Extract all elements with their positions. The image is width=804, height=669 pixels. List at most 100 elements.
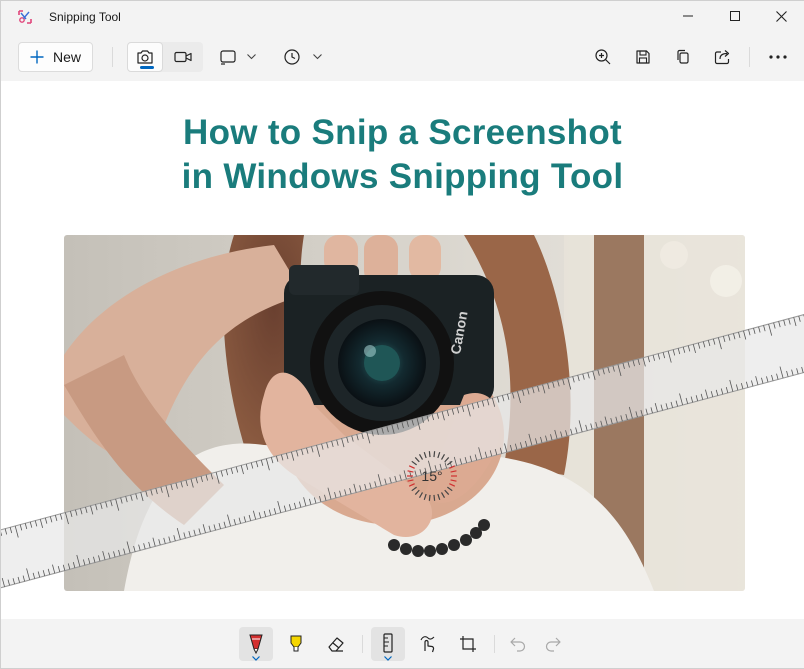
toolbar-divider (112, 47, 113, 67)
ruler-tick (794, 317, 796, 326)
ruler-tick (52, 565, 54, 574)
close-icon (776, 11, 787, 22)
highlighter-icon (286, 633, 306, 655)
toolbar-divider (362, 635, 363, 653)
ruler-tick (764, 325, 766, 331)
snip-mode-button[interactable] (127, 42, 163, 72)
headline-line-1: How to Snip a Screenshot (1, 111, 804, 155)
ruler-tick (746, 382, 748, 388)
ruler-tick (30, 522, 32, 528)
ruler-icon (380, 633, 396, 655)
plus-icon (30, 50, 44, 64)
toolbar: New (1, 33, 804, 81)
ruler-tick (2, 578, 4, 587)
ruler-tick (797, 368, 799, 374)
ruler-tick (13, 578, 15, 584)
camera-icon (136, 49, 154, 65)
ruler-tick (799, 316, 801, 322)
ruler-tick (60, 514, 62, 520)
annotation-toolbar (1, 619, 804, 668)
chevron-down-icon (384, 656, 392, 661)
record-mode-button[interactable] (165, 42, 201, 72)
minimize-button[interactable] (665, 1, 711, 31)
ruler-tick (10, 527, 12, 533)
ruler-tick (50, 517, 52, 523)
snip-shape-dropdown[interactable] (218, 45, 264, 69)
undo-button[interactable] (501, 627, 535, 661)
ruler-tick (749, 329, 751, 335)
snipping-tool-app-icon (17, 9, 33, 25)
ruler-tick (48, 569, 50, 575)
maximize-icon (730, 11, 740, 21)
ruler-tick (25, 523, 27, 529)
ruler-tick (774, 323, 776, 329)
more-options-button[interactable] (766, 45, 790, 69)
touch-writing-icon (418, 634, 438, 654)
zoom-in-button[interactable] (591, 45, 615, 69)
ruler-tick (40, 519, 42, 528)
chevron-down-icon (247, 54, 256, 60)
crop-icon (459, 635, 477, 653)
redo-button[interactable] (536, 627, 570, 661)
undo-icon (509, 636, 527, 652)
ballpoint-pen-button[interactable] (239, 627, 273, 661)
save-icon (635, 49, 651, 65)
active-mode-indicator (140, 66, 154, 69)
ruler-tick (769, 324, 772, 336)
ruler-tick (780, 367, 783, 379)
ruler-tick (771, 375, 773, 381)
ruler-tick (779, 321, 781, 327)
ruler-tick (35, 521, 37, 527)
title-bar: Snipping Tool (1, 1, 804, 33)
maximize-button[interactable] (712, 1, 758, 31)
ruler-tick (38, 572, 40, 578)
ruler-tick (27, 568, 30, 580)
video-camera-icon (174, 50, 192, 64)
ruler-tick (18, 577, 20, 583)
rectangle-snip-icon (218, 48, 238, 66)
crop-button[interactable] (451, 627, 485, 661)
touch-writing-button[interactable] (411, 627, 445, 661)
close-button[interactable] (758, 1, 804, 31)
ruler-tick (777, 374, 779, 380)
eraser-button[interactable] (319, 627, 353, 661)
ruler-tick (787, 371, 789, 377)
zoom-in-icon (594, 48, 612, 66)
ruler-tick (20, 525, 22, 531)
ruler-tick (792, 370, 794, 376)
ruler-tick (761, 378, 763, 384)
more-icon (769, 55, 787, 59)
eraser-icon (326, 634, 346, 654)
ruler-tick (784, 320, 786, 326)
ruler-tick (33, 573, 35, 579)
highlighter-button[interactable] (279, 627, 313, 661)
redo-icon (544, 636, 562, 652)
ruler-tick (751, 380, 753, 386)
headline-line-2: in Windows Snipping Tool (1, 155, 804, 199)
chevron-down-icon (313, 54, 322, 60)
ruler-tick (58, 566, 60, 572)
ruler-tick (15, 526, 18, 538)
toolbar-divider (494, 635, 495, 653)
ruler-tick (45, 518, 47, 524)
screenshot-headline: How to Snip a Screenshot in Windows Snip… (1, 111, 804, 199)
ruler-button[interactable] (371, 627, 405, 661)
ruler-tick (756, 376, 758, 385)
ruler-tick (43, 570, 45, 576)
snip-canvas[interactable]: How to Snip a Screenshot in Windows Snip… (1, 81, 804, 619)
delay-dropdown[interactable] (282, 45, 328, 69)
ruler-tick (802, 367, 804, 373)
ruler-tick (759, 327, 761, 333)
clock-icon (282, 48, 302, 66)
share-icon (714, 49, 732, 65)
save-button[interactable] (631, 45, 655, 69)
ruler-tick (8, 580, 10, 586)
new-snip-button[interactable]: New (18, 42, 93, 72)
ruler-tick (23, 576, 25, 582)
ruler-tick (789, 319, 791, 325)
chevron-down-icon (252, 656, 260, 661)
ruler-tick (766, 376, 768, 382)
window-title: Snipping Tool (49, 10, 121, 24)
share-button[interactable] (711, 45, 735, 69)
copy-button[interactable] (671, 45, 695, 69)
